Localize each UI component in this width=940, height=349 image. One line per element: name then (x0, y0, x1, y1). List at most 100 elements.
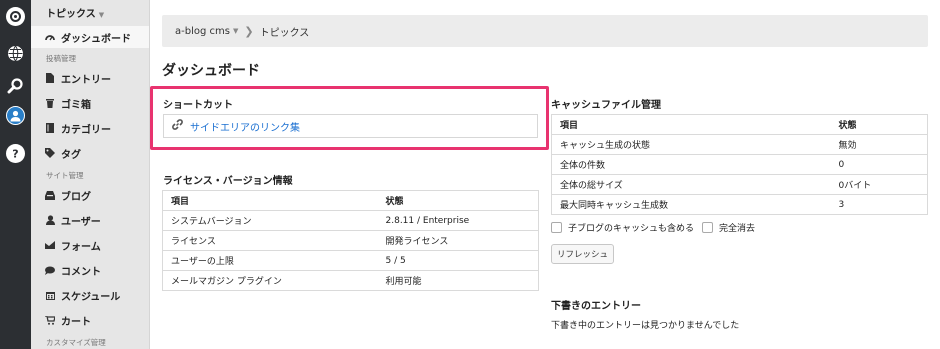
cart-icon (45, 315, 55, 325)
sidebar-item-label: ブログ (61, 191, 91, 203)
table-row: 全体の件数 0 (551, 154, 928, 175)
document-icon (45, 73, 55, 83)
column-header-item: 項目 (551, 114, 831, 135)
sidebar-item-label: コメント (61, 266, 101, 278)
table-row: メールマガジン プラグイン 利用可能 (162, 270, 539, 291)
help-icon[interactable]: ? (6, 144, 25, 163)
checkbox-box[interactable] (551, 222, 562, 233)
search-icon[interactable] (6, 76, 25, 95)
sidebar-item-cart[interactable]: カート (31, 309, 149, 331)
cache-title: キャッシュファイル管理 (551, 100, 661, 111)
chevron-right-icon: ❯ (244, 24, 254, 38)
dashboard-icon (45, 32, 55, 42)
sidebar-item-categories[interactable]: カテゴリー (31, 117, 149, 139)
refresh-button[interactable]: リフレッシュ (551, 244, 614, 264)
comment-icon (45, 265, 55, 275)
acms-logo-icon[interactable] (6, 7, 25, 26)
checkbox-label: 子ブログのキャッシュも含める (568, 224, 695, 234)
sidebar-item-users[interactable]: ユーザー (31, 209, 149, 231)
full-delete-checkbox[interactable]: 完全消去 (702, 221, 755, 234)
drafts-title: 下書きのエントリー (551, 301, 641, 312)
sidebar-item-schedule[interactable]: スケジュール (31, 284, 149, 306)
sidebar-item-label: カテゴリー (61, 124, 111, 136)
cell-item: 最大同時キャッシュ生成数 (551, 194, 831, 215)
sidebar-group-site: サイト管理 (46, 171, 84, 180)
page-title: ダッシュボード (162, 63, 260, 79)
sidebar-item-label: エントリー (61, 74, 111, 86)
table-row: システムバージョン 2.8.11 / Enterprise (162, 210, 539, 231)
table-row: ユーザーの上限 5 / 5 (162, 250, 539, 271)
cell-status: 0 (830, 154, 928, 175)
shortcut-title: ショートカット (163, 100, 233, 111)
trash-icon (45, 98, 55, 108)
checkbox-label: 完全消去 (719, 224, 756, 234)
cell-item: メールマガジン プラグイン (162, 270, 378, 291)
blog-selector[interactable]: トピックス ▼ (31, 0, 149, 24)
shortcut-list: サイドエリアのリンク集 (163, 114, 538, 138)
cell-status: 開発ライセンス (377, 230, 539, 251)
folder-icon (45, 123, 55, 133)
sidebar-item-trash[interactable]: ゴミ箱 (31, 92, 149, 114)
table-header-row: 項目 状態 (162, 190, 539, 211)
sidebar-item-label: ダッシュボード (61, 33, 131, 45)
license-title: ライセンス・バージョン情報 (163, 176, 293, 187)
user-avatar-icon[interactable] (6, 106, 25, 125)
sidebar-item-label: ゴミ箱 (61, 99, 91, 111)
sidebar-item-label: フォーム (61, 241, 101, 253)
sidebar-group-posts: 投稿管理 (46, 54, 76, 63)
cell-item: ライセンス (162, 230, 378, 251)
sidebar-item-entries[interactable]: エントリー (31, 67, 149, 89)
cell-status: 無効 (830, 134, 928, 155)
sidebar: トピックス ▼ ダッシュボード 投稿管理 エントリー ゴミ箱 カテゴリー タグ サ… (31, 0, 150, 349)
blog-selector-label: トピックス (46, 9, 96, 20)
checkbox-box[interactable] (702, 222, 713, 233)
drafts-empty-message: 下書き中のエントリーは見つかりませんでした (551, 321, 740, 331)
link-icon (171, 118, 184, 134)
breadcrumb-root[interactable]: a-blog cms (175, 26, 230, 37)
cell-status: 2.8.11 / Enterprise (377, 210, 539, 231)
tag-icon (45, 148, 55, 158)
cell-item: キャッシュ生成の状態 (551, 134, 831, 155)
calendar-icon (45, 290, 55, 300)
cache-table: 項目 状態 キャッシュ生成の状態 無効 全体の件数 0 全体の総サイズ 0バイト… (551, 114, 928, 215)
shortcut-link-side-area[interactable]: サイドエリアのリンク集 (190, 119, 300, 134)
sidebar-item-forms[interactable]: フォーム (31, 234, 149, 256)
cell-item: システムバージョン (162, 210, 378, 231)
sidebar-item-comments[interactable]: コメント (31, 259, 149, 281)
sidebar-item-label: ユーザー (61, 216, 101, 228)
sidebar-item-label: タグ (61, 149, 81, 161)
sidebar-item-blogs[interactable]: ブログ (31, 184, 149, 206)
globe-icon[interactable] (6, 44, 25, 63)
sidebar-item-dashboard[interactable]: ダッシュボード (31, 26, 149, 48)
cell-status: 5 / 5 (377, 250, 539, 271)
breadcrumb: a-blog cms ▼ ❯ トピックス (162, 15, 928, 47)
breadcrumb-current: トピックス (259, 27, 310, 39)
column-header-status: 状態 (377, 190, 539, 211)
icon-rail: ? (0, 0, 31, 349)
table-row: キャッシュ生成の状態 無効 (551, 134, 928, 155)
table-row: 最大同時キャッシュ生成数 3 (551, 194, 928, 215)
caret-down-icon[interactable]: ▼ (233, 27, 238, 35)
svg-text:?: ? (12, 148, 18, 161)
form-icon (45, 240, 55, 250)
sidebar-group-customize: カスタマイズ管理 (46, 338, 106, 347)
column-header-item: 項目 (162, 190, 378, 211)
cell-status: 0バイト (830, 174, 928, 195)
inbox-icon (45, 190, 55, 200)
cell-status: 利用可能 (377, 270, 539, 291)
license-table: 項目 状態 システムバージョン 2.8.11 / Enterprise ライセン… (162, 190, 539, 291)
user-icon (45, 215, 55, 225)
sidebar-item-label: スケジュール (61, 291, 121, 303)
table-header-row: 項目 状態 (551, 114, 928, 135)
sidebar-item-tags[interactable]: タグ (31, 142, 149, 164)
sidebar-item-label: カート (61, 316, 91, 328)
cell-status: 3 (830, 194, 928, 215)
table-row: 全体の総サイズ 0バイト (551, 174, 928, 195)
cell-item: 全体の件数 (551, 154, 831, 175)
column-header-status: 状態 (830, 114, 928, 135)
caret-down-icon: ▼ (98, 11, 105, 19)
include-child-cache-checkbox[interactable]: 子ブログのキャッシュも含める (551, 221, 694, 234)
table-row: ライセンス 開発ライセンス (162, 230, 539, 251)
cell-item: ユーザーの上限 (162, 250, 378, 271)
cell-item: 全体の総サイズ (551, 174, 831, 195)
